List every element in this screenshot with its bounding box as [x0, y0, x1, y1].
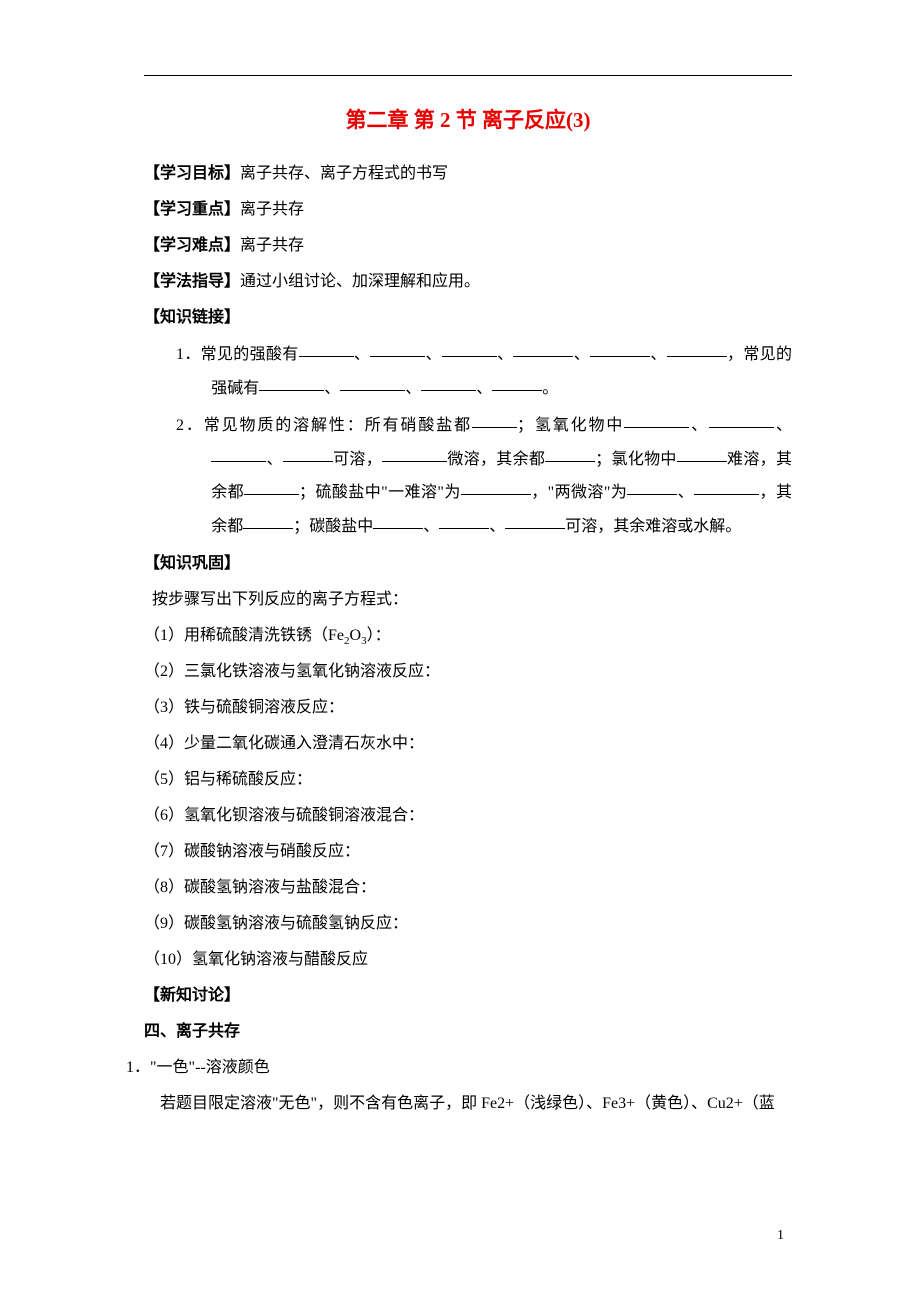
learning-method: 【学法指导】通过小组讨论、加深理解和应用。 — [144, 266, 792, 298]
consolidation-item: （3）铁与硫酸铜溶液反应： — [144, 692, 792, 724]
blank — [340, 375, 405, 391]
goal-text: 离子共存、离子方程式的书写 — [240, 165, 448, 182]
item2-b: ；氢氧化物中 — [517, 417, 624, 434]
blank — [382, 446, 447, 462]
item2-num: 2． — [176, 417, 204, 434]
color-rule-head: "一色"--溶液颜色 — [150, 1059, 270, 1076]
consolidation-item: （8）碳酸氢钠溶液与盐酸混合： — [144, 872, 792, 904]
item2-g: ；硫酸盐中"一难溶"为 — [299, 484, 461, 501]
blank — [442, 341, 497, 357]
focus-label: 【学习重点】 — [144, 201, 240, 218]
method-text: 通过小组讨论、加深理解和应用。 — [240, 273, 480, 290]
blank — [461, 479, 531, 495]
color-rule-num: 1． — [126, 1059, 150, 1076]
knowledge-item-1: 1．常见的强酸有、、、、、，常见的强碱有、、、。 — [144, 338, 792, 405]
learning-focus: 【学习重点】离子共存 — [144, 194, 792, 226]
page-content: 第二章 第 2 节 离子反应(3) 【学习目标】离子共存、离子方程式的书写 【学… — [0, 0, 920, 1120]
consolidation-intro: 按步骤写出下列反应的离子方程式： — [144, 584, 792, 616]
consolidation-item: （4）少量二氧化碳通入澄清石灰水中： — [144, 728, 792, 760]
blank — [259, 375, 324, 391]
top-rule — [144, 75, 792, 76]
consolidation-item: （6）氢氧化钡溶液与硫酸铜溶液混合： — [144, 800, 792, 832]
method-label: 【学法指导】 — [144, 273, 240, 290]
color-rule-header: 1．"一色"--溶液颜色 — [126, 1052, 792, 1084]
goal-label: 【学习目标】 — [144, 165, 240, 182]
blank — [283, 446, 333, 462]
blank — [624, 412, 689, 428]
blank — [709, 412, 774, 428]
consolidation-item: （7）碳酸钠溶液与硝酸反应： — [144, 836, 792, 868]
knowledge-item-2: 2．常见物质的溶解性：所有硝酸盐都；氢氧化物中、、、可溶，微溶，其余都；氯化物中… — [144, 409, 792, 543]
consolidation-item: （2）三氯化铁溶液与氢氧化钠溶液反应： — [144, 656, 792, 688]
item2-e: ；氯化物中 — [595, 451, 677, 468]
blank — [667, 341, 727, 357]
page-number: 1 — [777, 1228, 784, 1244]
new-discussion-label: 【新知讨论】 — [144, 980, 792, 1012]
item1-pre: 常见的强酸有 — [201, 346, 299, 363]
consolidation-item: （9）碳酸氢钠溶液与硫酸氢钠反应： — [144, 908, 792, 940]
blank — [590, 341, 650, 357]
section-four-label: 四、离子共存 — [144, 1016, 792, 1048]
consolidation-item: （5）铝与稀硫酸反应： — [144, 764, 792, 796]
blank — [513, 341, 573, 357]
focus-text: 离子共存 — [240, 201, 304, 218]
blank — [472, 412, 517, 428]
blank — [505, 513, 565, 529]
consolidation-label: 【知识巩固】 — [144, 548, 792, 580]
blank — [545, 446, 595, 462]
knowledge-link-label: 【知识链接】 — [144, 302, 792, 334]
blank — [373, 513, 423, 529]
item2-c: 可溶， — [333, 451, 382, 468]
item2-k: 可溶，其余难溶或水解。 — [565, 518, 741, 535]
item2-j: ；碳酸盐中 — [293, 518, 373, 535]
consolidation-item: （10）氢氧化钠溶液与醋酸反应 — [144, 944, 792, 976]
blank — [299, 341, 354, 357]
blank — [492, 375, 542, 391]
difficulty-text: 离子共存 — [240, 237, 304, 254]
blank — [421, 375, 476, 391]
blank — [439, 513, 489, 529]
blank — [244, 479, 299, 495]
difficulty-label: 【学习难点】 — [144, 237, 240, 254]
document-title: 第二章 第 2 节 离子反应(3) — [144, 104, 792, 134]
item2-a: 常见物质的溶解性：所有硝酸盐都 — [204, 417, 472, 434]
color-rule-body: 若题目限定溶液"无色"，则不含有色离子，即 Fe2+（浅绿色）、Fe3+（黄色）… — [144, 1088, 792, 1120]
item2-d: 微溶，其余都 — [447, 451, 545, 468]
item2-h: ，"两微溶"为 — [531, 484, 627, 501]
learning-goal: 【学习目标】离子共存、离子方程式的书写 — [144, 158, 792, 190]
blank — [243, 513, 293, 529]
blank — [627, 479, 677, 495]
blank — [211, 446, 266, 462]
blank — [370, 341, 425, 357]
learning-difficulty: 【学习难点】离子共存 — [144, 230, 792, 262]
item1-num: 1． — [176, 346, 201, 363]
blank — [677, 446, 727, 462]
blank — [694, 479, 759, 495]
consolidation-item: （1）用稀硫酸清洗铁锈（Fe2O3）： — [144, 620, 792, 652]
